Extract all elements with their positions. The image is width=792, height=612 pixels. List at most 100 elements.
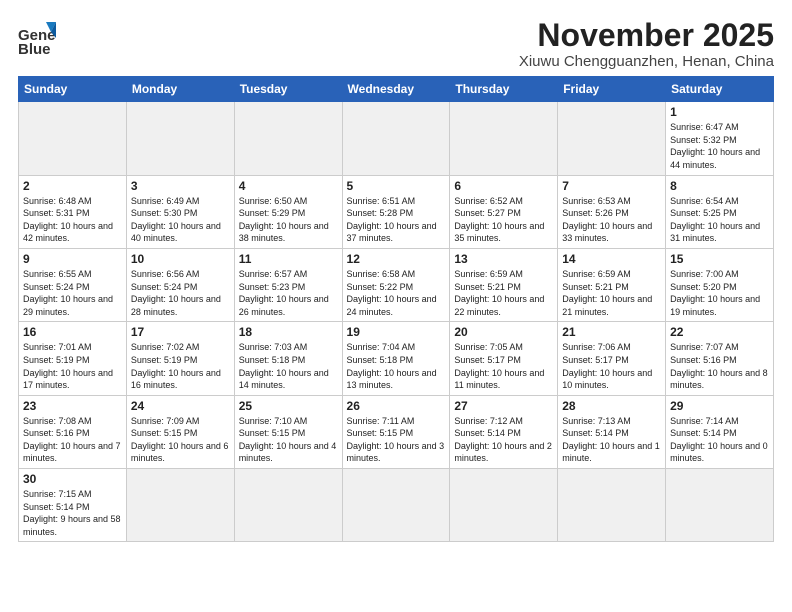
table-row: 7 Sunrise: 6:53 AM Sunset: 5:26 PM Daylig…: [558, 175, 666, 248]
day-info: Sunrise: 6:55 AM Sunset: 5:24 PM Dayligh…: [23, 268, 122, 318]
day-number: 12: [347, 252, 446, 266]
table-row: 14Sunrise: 6:59 AM Sunset: 5:21 PM Dayli…: [558, 248, 666, 321]
table-row: 29Sunrise: 7:14 AM Sunset: 5:14 PM Dayli…: [666, 395, 774, 468]
day-number: 24: [131, 399, 230, 413]
day-number: 7: [562, 179, 661, 193]
day-number: 2: [23, 179, 122, 193]
day-number: 11: [239, 252, 338, 266]
table-row: 2 Sunrise: 6:48 AM Sunset: 5:31 PM Daylig…: [19, 175, 127, 248]
day-info: Sunrise: 7:11 AM Sunset: 5:15 PM Dayligh…: [347, 415, 446, 465]
table-row: 22 Sunrise: 7:07 AM Sunset: 5:16 PM Dayli…: [666, 322, 774, 395]
day-info: Sunrise: 7:12 AM Sunset: 5:14 PM Dayligh…: [454, 415, 553, 465]
day-number: 26: [347, 399, 446, 413]
day-number: 4: [239, 179, 338, 193]
svg-text:Blue: Blue: [18, 41, 51, 56]
table-row: 11 Sunrise: 6:57 AM Sunset: 5:23 PM Dayli…: [234, 248, 342, 321]
day-info: Sunrise: 6:58 AM Sunset: 5:22 PM Dayligh…: [347, 268, 446, 318]
header: General Blue November 2025 Xiuwu Chenggu…: [18, 18, 774, 70]
day-number: 9: [23, 252, 122, 266]
day-number: 23: [23, 399, 122, 413]
day-number: 13: [454, 252, 553, 266]
table-row: [126, 469, 234, 542]
day-info: Sunrise: 7:00 AM Sunset: 5:20 PM Dayligh…: [670, 268, 769, 318]
day-number: 28: [562, 399, 661, 413]
day-info: Sunrise: 7:10 AM Sunset: 5:15 PM Dayligh…: [239, 415, 338, 465]
day-info: Sunrise: 6:54 AM Sunset: 5:25 PM Dayligh…: [670, 195, 769, 245]
month-title: November 2025: [519, 18, 774, 53]
table-row: [234, 469, 342, 542]
day-info: Sunrise: 7:08 AM Sunset: 5:16 PM Dayligh…: [23, 415, 122, 465]
day-number: 6: [454, 179, 553, 193]
day-info: Sunrise: 7:02 AM Sunset: 5:19 PM Dayligh…: [131, 341, 230, 391]
day-number: 19: [347, 325, 446, 339]
table-row: 30Sunrise: 7:15 AM Sunset: 5:14 PM Dayli…: [19, 469, 127, 542]
day-number: 21: [562, 325, 661, 339]
day-info: Sunrise: 6:57 AM Sunset: 5:23 PM Dayligh…: [239, 268, 338, 318]
day-info: Sunrise: 6:48 AM Sunset: 5:31 PM Dayligh…: [23, 195, 122, 245]
week-row-3: 9 Sunrise: 6:55 AM Sunset: 5:24 PM Daylig…: [19, 248, 774, 321]
table-row: [450, 102, 558, 175]
table-row: 28 Sunrise: 7:13 AM Sunset: 5:14 PM Dayli…: [558, 395, 666, 468]
table-row: 27Sunrise: 7:12 AM Sunset: 5:14 PM Dayli…: [450, 395, 558, 468]
header-saturday: Saturday: [666, 77, 774, 102]
table-row: [558, 102, 666, 175]
weekday-header-row: Sunday Monday Tuesday Wednesday Thursday…: [19, 77, 774, 102]
day-number: 25: [239, 399, 338, 413]
day-info: Sunrise: 7:07 AM Sunset: 5:16 PM Dayligh…: [670, 341, 769, 391]
day-number: 22: [670, 325, 769, 339]
day-number: 8: [670, 179, 769, 193]
table-row: 3Sunrise: 6:49 AM Sunset: 5:30 PM Daylig…: [126, 175, 234, 248]
title-area: November 2025 Xiuwu Chengguanzhen, Henan…: [519, 18, 774, 70]
header-thursday: Thursday: [450, 77, 558, 102]
table-row: 25 Sunrise: 7:10 AM Sunset: 5:15 PM Dayli…: [234, 395, 342, 468]
day-info: Sunrise: 7:13 AM Sunset: 5:14 PM Dayligh…: [562, 415, 661, 465]
day-number: 29: [670, 399, 769, 413]
week-row-1: 1Sunrise: 6:47 AM Sunset: 5:32 PM Daylig…: [19, 102, 774, 175]
header-sunday: Sunday: [19, 77, 127, 102]
week-row-5: 23 Sunrise: 7:08 AM Sunset: 5:16 PM Dayli…: [19, 395, 774, 468]
table-row: [19, 102, 127, 175]
table-row: 13Sunrise: 6:59 AM Sunset: 5:21 PM Dayli…: [450, 248, 558, 321]
table-row: 17Sunrise: 7:02 AM Sunset: 5:19 PM Dayli…: [126, 322, 234, 395]
logo: General Blue: [18, 18, 56, 56]
table-row: 23 Sunrise: 7:08 AM Sunset: 5:16 PM Dayli…: [19, 395, 127, 468]
day-number: 10: [131, 252, 230, 266]
table-row: 10 Sunrise: 6:56 AM Sunset: 5:24 PM Dayli…: [126, 248, 234, 321]
table-row: 1Sunrise: 6:47 AM Sunset: 5:32 PM Daylig…: [666, 102, 774, 175]
table-row: 5 Sunrise: 6:51 AM Sunset: 5:28 PM Daylig…: [342, 175, 450, 248]
day-info: Sunrise: 6:53 AM Sunset: 5:26 PM Dayligh…: [562, 195, 661, 245]
table-row: 24Sunrise: 7:09 AM Sunset: 5:15 PM Dayli…: [126, 395, 234, 468]
table-row: [666, 469, 774, 542]
day-number: 30: [23, 472, 122, 486]
day-info: Sunrise: 7:01 AM Sunset: 5:19 PM Dayligh…: [23, 341, 122, 391]
day-info: Sunrise: 6:52 AM Sunset: 5:27 PM Dayligh…: [454, 195, 553, 245]
table-row: 6 Sunrise: 6:52 AM Sunset: 5:27 PM Daylig…: [450, 175, 558, 248]
day-info: Sunrise: 7:06 AM Sunset: 5:17 PM Dayligh…: [562, 341, 661, 391]
day-number: 18: [239, 325, 338, 339]
table-row: [342, 102, 450, 175]
table-row: [450, 469, 558, 542]
table-row: 9 Sunrise: 6:55 AM Sunset: 5:24 PM Daylig…: [19, 248, 127, 321]
table-row: [234, 102, 342, 175]
calendar-table: Sunday Monday Tuesday Wednesday Thursday…: [18, 76, 774, 542]
day-number: 20: [454, 325, 553, 339]
header-monday: Monday: [126, 77, 234, 102]
week-row-4: 16Sunrise: 7:01 AM Sunset: 5:19 PM Dayli…: [19, 322, 774, 395]
day-info: Sunrise: 6:50 AM Sunset: 5:29 PM Dayligh…: [239, 195, 338, 245]
header-wednesday: Wednesday: [342, 77, 450, 102]
header-friday: Friday: [558, 77, 666, 102]
week-row-2: 2 Sunrise: 6:48 AM Sunset: 5:31 PM Daylig…: [19, 175, 774, 248]
day-info: Sunrise: 6:51 AM Sunset: 5:28 PM Dayligh…: [347, 195, 446, 245]
table-row: [558, 469, 666, 542]
calendar-page: General Blue November 2025 Xiuwu Chenggu…: [0, 0, 792, 612]
table-row: 18 Sunrise: 7:03 AM Sunset: 5:18 PM Dayli…: [234, 322, 342, 395]
table-row: 19Sunrise: 7:04 AM Sunset: 5:18 PM Dayli…: [342, 322, 450, 395]
table-row: 15Sunrise: 7:00 AM Sunset: 5:20 PM Dayli…: [666, 248, 774, 321]
day-info: Sunrise: 7:03 AM Sunset: 5:18 PM Dayligh…: [239, 341, 338, 391]
day-number: 5: [347, 179, 446, 193]
table-row: 4 Sunrise: 6:50 AM Sunset: 5:29 PM Daylig…: [234, 175, 342, 248]
day-number: 14: [562, 252, 661, 266]
day-info: Sunrise: 6:56 AM Sunset: 5:24 PM Dayligh…: [131, 268, 230, 318]
table-row: [342, 469, 450, 542]
table-row: 8 Sunrise: 6:54 AM Sunset: 5:25 PM Daylig…: [666, 175, 774, 248]
